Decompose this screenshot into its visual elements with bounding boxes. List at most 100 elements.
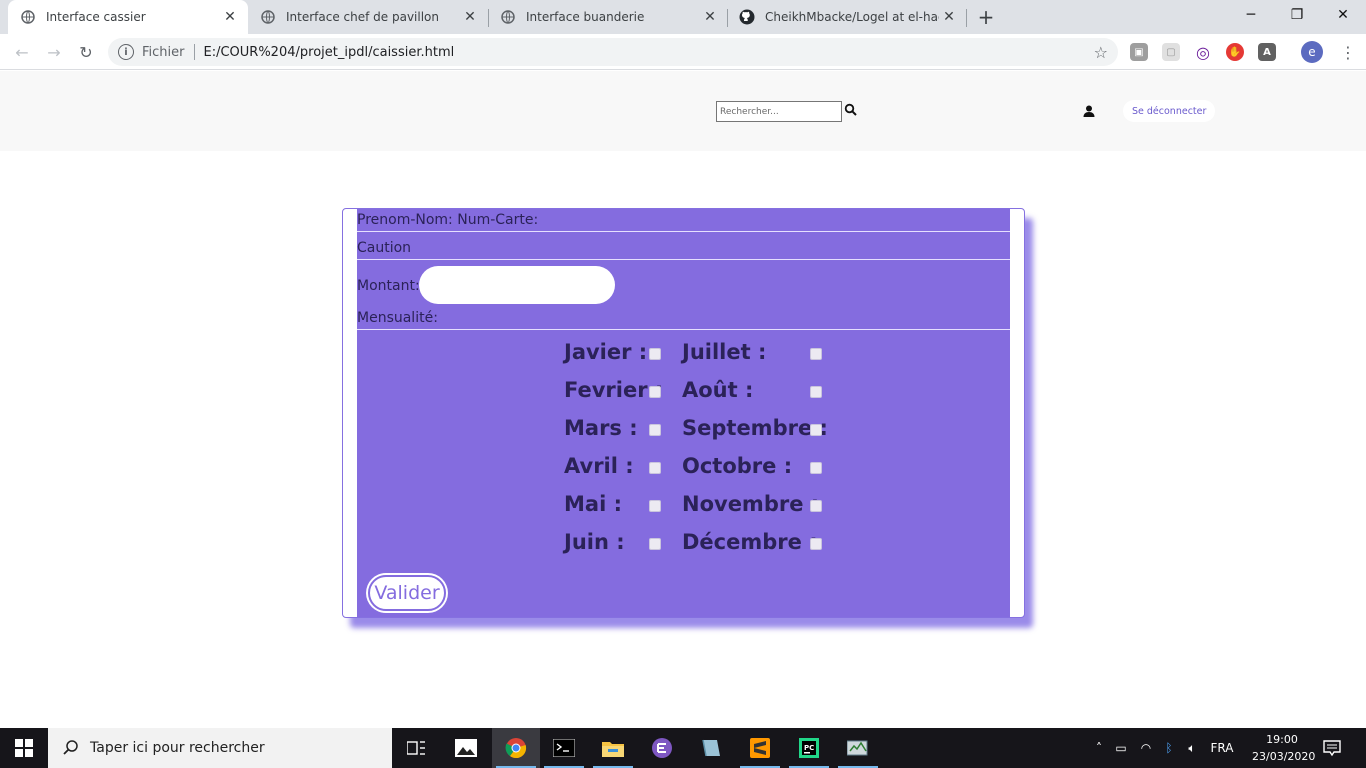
search-icon[interactable]: [844, 103, 858, 117]
month-checkbox-avril[interactable]: [649, 462, 661, 474]
tab-separator: [966, 9, 967, 27]
tab-interface-chef-de-pavillon[interactable]: Interface chef de pavillon ✕: [248, 0, 488, 34]
clock[interactable]: 19:00 23/03/2020: [1252, 731, 1316, 765]
month-checkbox-aout[interactable]: [810, 386, 822, 398]
month-checkbox-juillet[interactable]: [810, 348, 822, 360]
user-icon: [1083, 105, 1095, 117]
windows-taskbar: Taper ici pour rechercher PC ˄ ▭ ◠ ᛒ 🔈︎ …: [0, 728, 1366, 768]
language-indicator[interactable]: FRA: [1204, 741, 1240, 755]
restore-button[interactable]: ❐: [1274, 0, 1320, 30]
address-divider: [193, 44, 195, 60]
month-checkbox-mai[interactable]: [649, 500, 661, 512]
back-button[interactable]: ←: [10, 40, 34, 64]
month-label: Mai :: [564, 492, 622, 516]
volume-icon[interactable]: 🔈︎: [1180, 741, 1204, 756]
sublime-text-icon[interactable]: [736, 728, 784, 768]
month-checkbox-octobre[interactable]: [810, 462, 822, 474]
browser-tabstrip: Interface cassier ✕ Interface chef de pa…: [0, 0, 1366, 34]
address-scheme: Fichier: [142, 44, 185, 60]
pycharm-icon[interactable]: PC: [785, 728, 833, 768]
month-checkbox-decembre[interactable]: [810, 538, 822, 550]
payment-form: Prenom-Nom: Num-Carte: Caution Montant: …: [357, 209, 1010, 617]
montant-label: Montant:: [357, 278, 420, 294]
taskbar-search-placeholder: Taper ici pour rechercher: [90, 740, 265, 756]
globe-icon: [20, 9, 36, 25]
forward-button[interactable]: →: [42, 40, 66, 64]
close-icon[interactable]: ✕: [939, 7, 959, 27]
date: 23/03/2020: [1252, 750, 1316, 763]
month-checkbox-mars[interactable]: [649, 424, 661, 436]
month-label: Octobre :: [682, 454, 793, 478]
windows-logo-icon: [15, 739, 33, 757]
browser-toolbar: ← → ↻ i Fichier E:/COUR%204/projet_ipdl/…: [0, 34, 1366, 70]
globe-icon: [260, 9, 276, 25]
month-checkbox-septembre[interactable]: [810, 424, 822, 436]
start-button[interactable]: [0, 728, 48, 768]
month-checkbox-fevrier[interactable]: [649, 386, 661, 398]
divider: [357, 231, 1010, 232]
file-explorer-icon[interactable]: [589, 728, 637, 768]
reload-button[interactable]: ↻: [74, 40, 98, 64]
notification-icon[interactable]: [1322, 738, 1342, 758]
battery-icon[interactable]: ▭: [1108, 741, 1134, 755]
tab-interface-cassier[interactable]: Interface cassier ✕: [8, 0, 248, 34]
control-panel-icon[interactable]: [834, 728, 882, 768]
address-url[interactable]: E:/COUR%204/projet_ipdl/caissier.html: [204, 45, 1094, 60]
valider-button[interactable]: Valider: [368, 575, 446, 611]
chrome-app-icon[interactable]: [492, 728, 540, 768]
month-label: Septembre :: [682, 416, 828, 440]
profile-avatar[interactable]: e: [1301, 41, 1323, 63]
minimize-button[interactable]: ─: [1228, 0, 1274, 30]
extension-box-icon[interactable]: ▢: [1162, 43, 1180, 61]
month-label: Décembre :: [682, 530, 818, 554]
logout-button[interactable]: Se déconnecter: [1123, 100, 1216, 122]
month-checkbox-janvier[interactable]: [649, 348, 661, 360]
caution-label: Caution: [357, 240, 412, 256]
svg-text:PC: PC: [804, 744, 814, 752]
name-card-label: Prenom-Nom: Num-Carte:: [357, 212, 539, 228]
close-icon[interactable]: ✕: [700, 7, 720, 27]
info-icon[interactable]: i: [118, 44, 134, 60]
search-input[interactable]: [716, 101, 842, 122]
emacs-app-icon[interactable]: [638, 728, 686, 768]
address-bar[interactable]: i Fichier E:/COUR%204/projet_ipdl/caissi…: [108, 38, 1118, 66]
github-icon: [739, 9, 755, 25]
bluetooth-icon[interactable]: ᛒ: [1158, 741, 1180, 755]
globe-icon: [500, 9, 516, 25]
month-label: Mars :: [564, 416, 638, 440]
extension-stop-icon[interactable]: ✋: [1226, 43, 1244, 61]
task-view-icon[interactable]: [392, 728, 440, 768]
month-label: Javier :: [564, 340, 648, 364]
close-icon[interactable]: ✕: [220, 7, 240, 27]
tab-github[interactable]: CheikhMbacke/Logel at el-hadji ✕: [727, 0, 967, 34]
month-label: Août :: [682, 378, 754, 402]
close-window-button[interactable]: ✕: [1320, 0, 1366, 30]
close-icon[interactable]: ✕: [460, 7, 480, 27]
taskbar-search[interactable]: Taper ici pour rechercher: [48, 728, 392, 768]
terminal-app-icon[interactable]: [540, 728, 588, 768]
montant-input[interactable]: [419, 266, 615, 304]
book-app-icon[interactable]: [687, 728, 735, 768]
search-icon: [63, 740, 78, 755]
photos-app-icon[interactable]: [442, 728, 490, 768]
new-tab-button[interactable]: +: [974, 5, 998, 29]
extension-circle-icon[interactable]: ◎: [1194, 43, 1212, 62]
divider: [357, 329, 1010, 330]
mensualite-label: Mensualité:: [357, 310, 438, 326]
chevron-up-icon[interactable]: ˄: [1090, 741, 1108, 755]
divider: [357, 259, 1010, 260]
month-label: Avril :: [564, 454, 634, 478]
tab-interface-buanderie[interactable]: Interface buanderie ✕: [488, 0, 728, 34]
month-label: Juin :: [564, 530, 625, 554]
system-tray: ˄ ▭ ◠ ᛒ 🔈︎ FRA: [1090, 728, 1240, 768]
extension-shield-icon[interactable]: A: [1258, 43, 1276, 61]
extension-bag-icon[interactable]: ▣: [1130, 43, 1148, 61]
tab-title: Interface chef de pavillon: [286, 10, 439, 24]
month-checkbox-juin[interactable]: [649, 538, 661, 550]
wifi-icon[interactable]: ◠: [1134, 741, 1158, 755]
payment-card: Prenom-Nom: Num-Carte: Caution Montant: …: [342, 208, 1025, 618]
menu-kebab-icon[interactable]: ⋮: [1338, 42, 1358, 62]
time: 19:00: [1266, 733, 1298, 746]
month-checkbox-novembre[interactable]: [810, 500, 822, 512]
bookmark-star-icon[interactable]: ☆: [1094, 43, 1108, 62]
